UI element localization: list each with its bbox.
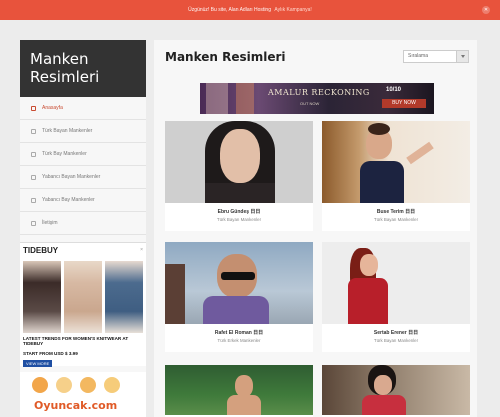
- model-card[interactable]: Rafet El Roman 日日 Türk Erkek Mankenler: [165, 242, 313, 352]
- banner-figure: [206, 83, 228, 114]
- sidebar-item-label: Yabancı Bayan Mankenler: [42, 174, 101, 180]
- sidebar: Manken Resimleri Anasayfa Türk Bayan Man…: [20, 40, 146, 417]
- cartoon-face-icon: [56, 377, 72, 393]
- sort-select[interactable]: Sıralama: [403, 50, 469, 63]
- ad-text: LATEST TRENDS FOR WOMEN'S KNITWEAR AT TI…: [23, 336, 129, 347]
- site-title: Manken Resimleri: [30, 50, 100, 86]
- cartoon-face-icon: [32, 377, 48, 393]
- model-card[interactable]: [322, 365, 470, 417]
- ad-price: START FROM USD $ 3.99: [23, 351, 78, 356]
- model-photo[interactable]: [165, 242, 313, 324]
- model-card[interactable]: Sertab Erener 日日 Türk Bayan Mankenler: [322, 242, 470, 352]
- folder-icon: [31, 175, 36, 180]
- sidebar-item-label: Anasayfa: [42, 105, 63, 111]
- folder-icon: [31, 129, 36, 134]
- model-name[interactable]: Buse Terim 日日: [322, 208, 470, 215]
- model-category[interactable]: Türk Bayan Mankenler: [165, 217, 313, 222]
- sidebar-item-label: Yabancı Bay Mankenler: [42, 197, 95, 203]
- sidebar-menu: Anasayfa Türk Bayan Mankenler Türk Bay M…: [20, 97, 146, 235]
- model-name[interactable]: Ebru Gündeş 日日: [165, 208, 313, 215]
- main-content: Manken Resimleri Sıralama AMALUR RECKONI…: [154, 40, 477, 417]
- banner-title: AMALUR RECKONING: [268, 88, 370, 97]
- home-icon: [31, 106, 36, 111]
- sidebar-item-label: Türk Bayan Mankenler: [42, 128, 93, 134]
- model-photo[interactable]: [165, 121, 313, 203]
- mail-icon: [31, 221, 36, 226]
- model-photo[interactable]: [322, 121, 470, 203]
- ad-banner[interactable]: AMALUR RECKONING OUT NOW 10/10 BUY NOW: [200, 83, 434, 114]
- model-card[interactable]: [165, 365, 313, 417]
- model-photo[interactable]: [322, 242, 470, 324]
- banner-figure: [236, 83, 254, 114]
- notice-text: Üzgünüz! Bu site, Alan Adları Hosting: [188, 7, 271, 13]
- model-card[interactable]: Ebru Gündeş 日日 Türk Bayan Mankenler: [165, 121, 313, 231]
- model-photo[interactable]: [322, 365, 470, 415]
- cartoon-face-icon: [80, 377, 96, 393]
- oyuncak-ad[interactable]: Oyuncak.com: [20, 372, 146, 417]
- link-icon: [31, 198, 36, 203]
- sidebar-item-yabanci-bay[interactable]: Yabancı Bay Mankenler: [20, 189, 146, 212]
- model-category[interactable]: Türk Erkek Mankenler: [165, 338, 313, 343]
- sidebar-item-label: İletişim: [42, 220, 58, 226]
- model-category[interactable]: Türk Bayan Mankenler: [322, 217, 470, 222]
- chevron-down-icon: [461, 55, 465, 58]
- model-name[interactable]: Sertab Erener 日日: [322, 329, 470, 336]
- dropdown-button[interactable]: [456, 51, 468, 62]
- notice-bar: Üzgünüz! Bu site, Alan Adları Hosting Ay…: [0, 0, 500, 20]
- page-title: Manken Resimleri: [165, 50, 286, 64]
- sidebar-item-iletisim[interactable]: İletişim: [20, 212, 146, 235]
- cartoon-face-icon: [104, 377, 120, 393]
- tidebuy-ad[interactable]: TIDEBUY × LATEST TRENDS FOR WOMEN'S KNIT…: [20, 242, 146, 367]
- ad-logo: Oyuncak.com: [34, 399, 118, 412]
- ad-photo: [64, 261, 102, 333]
- banner-score: 10/10: [386, 87, 402, 93]
- ad-photo: [105, 261, 143, 333]
- sidebar-item-turk-bay[interactable]: Türk Bay Mankenler: [20, 143, 146, 166]
- model-category[interactable]: Türk Bayan Mankenler: [322, 338, 470, 343]
- notice-link[interactable]: Aylık Kampanya!: [274, 7, 311, 13]
- view-more-button[interactable]: VIEW MORE: [23, 360, 53, 367]
- close-icon[interactable]: ✕: [482, 6, 490, 14]
- site-logo[interactable]: Manken Resimleri: [20, 40, 146, 97]
- ad-title: TIDEBUY: [23, 246, 59, 255]
- buy-now-button[interactable]: BUY NOW: [382, 99, 426, 108]
- model-card[interactable]: Buse Terim 日日 Türk Bayan Mankenler: [322, 121, 470, 231]
- banner-subtitle: OUT NOW: [300, 101, 320, 106]
- sort-select-value: Sıralama: [408, 53, 429, 59]
- sidebar-item-anasayfa[interactable]: Anasayfa: [20, 97, 146, 120]
- ad-cartoon: [28, 375, 138, 393]
- sidebar-item-label: Türk Bay Mankenler: [42, 151, 87, 157]
- model-photo[interactable]: [165, 365, 313, 415]
- sidebar-item-yabanci-bayan[interactable]: Yabancı Bayan Mankenler: [20, 166, 146, 189]
- ad-close-icon[interactable]: ×: [140, 247, 143, 253]
- model-name[interactable]: Rafet El Roman 日日: [165, 329, 313, 336]
- folder-icon: [31, 152, 36, 157]
- ad-photo: [23, 261, 61, 333]
- sidebar-item-turk-bayan[interactable]: Türk Bayan Mankenler: [20, 120, 146, 143]
